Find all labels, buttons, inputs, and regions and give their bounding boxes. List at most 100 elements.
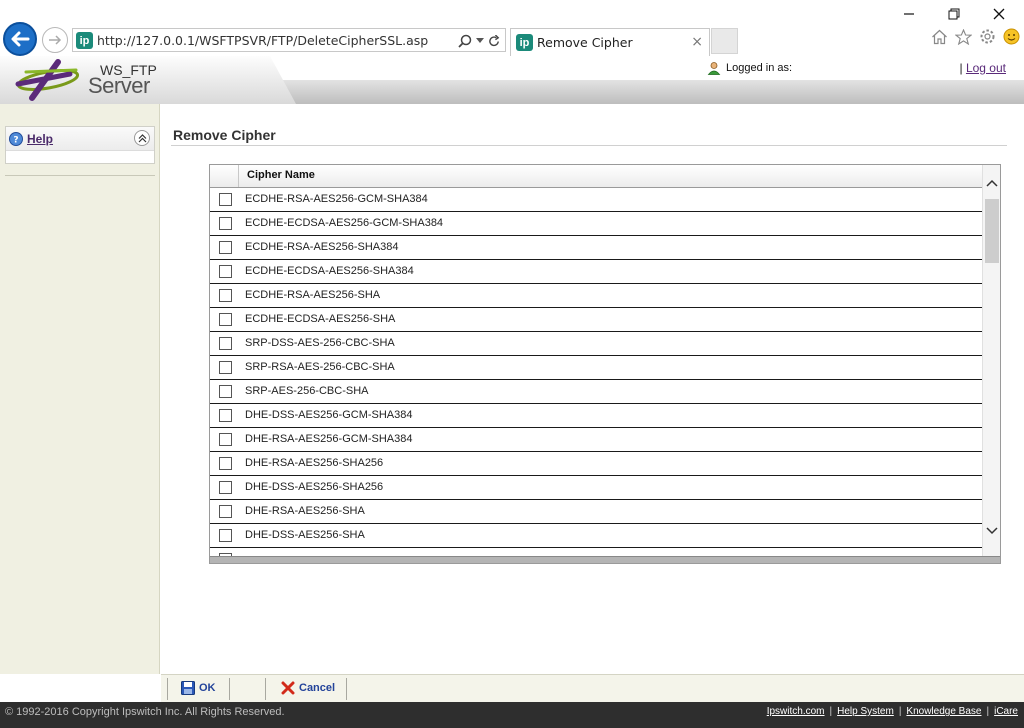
row-checkbox[interactable] — [219, 409, 232, 422]
address-bar[interactable]: ip http://127.0.0.1/WSFTPSVR/FTP/DeleteC… — [72, 28, 506, 52]
footer-link-icare[interactable]: iCare — [994, 706, 1018, 717]
row-checkbox[interactable] — [219, 505, 232, 518]
close-window-button[interactable] — [984, 4, 1014, 24]
collapse-panel-button[interactable] — [134, 130, 150, 146]
smiley-icon[interactable] — [1003, 28, 1020, 45]
table-row: SRP-DSS-AES-256-CBC-SHA — [210, 332, 982, 356]
grid-scrollbar[interactable] — [982, 165, 1000, 556]
logout-separator: | — [959, 61, 963, 75]
ok-label: OK — [199, 682, 216, 694]
restore-icon — [948, 8, 960, 20]
cipher-name-cell: DHE-DSS-AES256-SHA256 — [245, 481, 384, 493]
footer-link-ipswitch[interactable]: Ipswitch.com — [767, 706, 825, 717]
table-row: DHE-RSA-AES256-SHA256 — [210, 452, 982, 476]
save-disk-icon — [181, 681, 195, 695]
forward-arrow-icon — [49, 35, 62, 45]
logout-link[interactable]: Log out — [966, 61, 1006, 75]
row-checkbox[interactable] — [219, 361, 232, 374]
cancel-label: Cancel — [299, 682, 336, 694]
cipher-name-cell: DHE-DSS-AES256-GCM-SHA384 — [245, 409, 413, 421]
cipher-name-cell: SRP-DSS-AES-256-CBC-SHA — [245, 337, 395, 349]
login-status: Logged in as: — [707, 61, 792, 75]
dropdown-icon[interactable] — [476, 38, 484, 44]
logged-in-label: Logged in as: — [726, 62, 793, 74]
restore-button[interactable] — [939, 4, 969, 24]
scroll-down-icon[interactable] — [986, 527, 998, 535]
help-icon: ? — [9, 131, 23, 146]
minimize-icon — [904, 13, 914, 15]
scroll-up-icon[interactable] — [986, 179, 998, 187]
row-checkbox[interactable] — [219, 481, 232, 494]
cipher-grid: Cipher Name ECDHE-RSA-AES256-GCM-SHA384 … — [209, 164, 1001, 564]
site-icon: ip — [76, 32, 93, 49]
row-checkbox[interactable] — [219, 265, 232, 278]
table-row-partial — [210, 548, 982, 556]
footer-link-knowledge-base[interactable]: Knowledge Base — [906, 706, 981, 717]
cipher-name-cell: ECDHE-RSA-AES256-SHA384 — [245, 241, 399, 253]
cancel-button[interactable]: Cancel — [281, 681, 335, 695]
app-header: WS_FTP Server Logged in as: | Log out — [0, 56, 1024, 104]
table-row: SRP-AES-256-CBC-SHA — [210, 380, 982, 404]
table-row: ECDHE-RSA-AES256-GCM-SHA384 — [210, 188, 982, 212]
row-checkbox[interactable] — [219, 385, 232, 398]
cipher-name-cell: SRP-RSA-AES-256-CBC-SHA — [245, 361, 395, 373]
back-arrow-icon — [11, 31, 30, 47]
grid-body: ECDHE-RSA-AES256-GCM-SHA384 ECDHE-ECDSA-… — [210, 188, 982, 556]
sidebar: ? Help — [0, 104, 160, 674]
row-checkbox[interactable] — [219, 337, 232, 350]
row-checkbox[interactable] — [219, 433, 232, 446]
tab-remove-cipher[interactable]: ip Remove Cipher × — [510, 28, 710, 56]
logo-server-text: Server — [88, 73, 150, 98]
table-row: ECDHE-ECDSA-AES256-SHA — [210, 308, 982, 332]
tab-close-icon[interactable]: × — [691, 34, 703, 50]
home-icon[interactable] — [931, 29, 948, 45]
footer: © 1992-2016 Copyright Ipswitch Inc. All … — [0, 702, 1024, 728]
cipher-name-cell: ECDHE-ECDSA-AES256-SHA384 — [245, 265, 414, 277]
table-row: DHE-DSS-AES256-SHA256 — [210, 476, 982, 500]
cipher-name-cell: DHE-RSA-AES256-SHA256 — [245, 457, 384, 469]
row-checkbox[interactable] — [219, 289, 232, 302]
scrollbar-thumb[interactable] — [985, 199, 999, 263]
cipher-name-cell: ECDHE-ECDSA-AES256-GCM-SHA384 — [245, 217, 444, 229]
action-bar: OK Cancel — [161, 674, 1024, 702]
row-checkbox[interactable] — [219, 217, 232, 230]
cipher-name-cell: ECDHE-ECDSA-AES256-SHA — [245, 313, 396, 325]
cipher-name-cell: ECDHE-RSA-AES256-GCM-SHA384 — [245, 193, 428, 205]
row-checkbox[interactable] — [219, 529, 232, 542]
help-panel: ? Help — [5, 126, 155, 164]
close-icon — [993, 8, 1005, 20]
settings-gear-icon[interactable] — [979, 28, 996, 45]
table-row: DHE-DSS-AES256-SHA — [210, 524, 982, 548]
select-column-header — [210, 165, 239, 187]
ws-ftp-logo-icon — [15, 59, 80, 101]
title-divider — [171, 145, 1007, 146]
table-row: SRP-RSA-AES-256-CBC-SHA — [210, 356, 982, 380]
minimize-button[interactable] — [894, 4, 924, 24]
row-checkbox[interactable] — [219, 241, 232, 254]
search-icon[interactable] — [458, 34, 472, 48]
address-url[interactable]: http://127.0.0.1/WSFTPSVR/FTP/DeleteCiph… — [97, 33, 428, 48]
ok-button[interactable]: OK — [181, 681, 216, 695]
table-row: DHE-RSA-AES256-GCM-SHA384 — [210, 428, 982, 452]
row-checkbox[interactable] — [219, 313, 232, 326]
footer-link-help-system[interactable]: Help System — [837, 706, 894, 717]
column-header-cipher-name[interactable]: Cipher Name — [247, 169, 315, 181]
row-checkbox[interactable] — [219, 457, 232, 470]
help-link[interactable]: Help — [27, 132, 53, 146]
table-row: ECDHE-RSA-AES256-SHA384 — [210, 236, 982, 260]
svg-text:?: ? — [13, 135, 18, 145]
cipher-name-cell: ECDHE-RSA-AES256-SHA — [245, 289, 381, 301]
forward-button[interactable] — [42, 27, 68, 53]
back-button[interactable] — [3, 22, 37, 56]
table-row: ECDHE-ECDSA-AES256-SHA384 — [210, 260, 982, 284]
cipher-name-cell: SRP-AES-256-CBC-SHA — [245, 385, 369, 397]
row-checkbox[interactable] — [219, 193, 232, 206]
favorites-star-icon[interactable] — [955, 28, 972, 45]
table-row: ECDHE-RSA-AES256-SHA — [210, 284, 982, 308]
table-row: DHE-RSA-AES256-SHA — [210, 500, 982, 524]
refresh-icon[interactable] — [488, 34, 501, 48]
footer-links: Ipswitch.com | Help System | Knowledge B… — [766, 706, 1018, 717]
main-content: Remove Cipher Cipher Name ECDHE-RSA-AES2… — [161, 104, 1024, 674]
cancel-x-icon — [281, 681, 295, 695]
new-tab-button[interactable] — [711, 28, 738, 54]
